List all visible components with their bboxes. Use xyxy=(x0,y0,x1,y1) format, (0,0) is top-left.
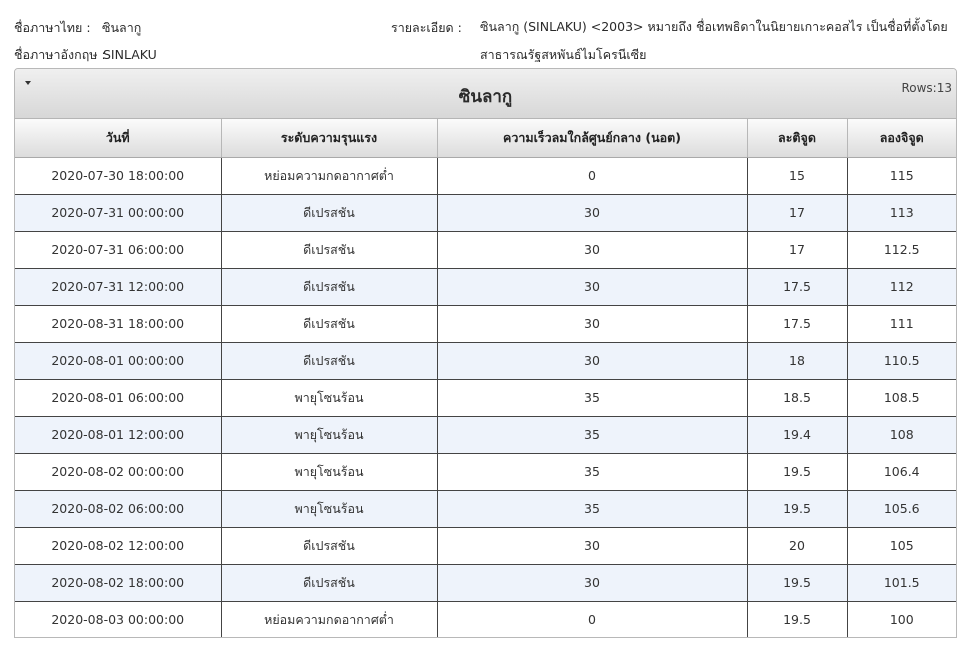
cell-longitude: 111 xyxy=(847,305,956,343)
cell-date: 2020-08-02 06:00:00 xyxy=(15,490,222,528)
english-name-label: ชื่อภาษาอังกฤษ : xyxy=(14,47,106,62)
cell-date: 2020-08-01 00:00:00 xyxy=(15,342,222,380)
cell-wind-speed: 30 xyxy=(437,342,748,380)
cell-longitude: 105 xyxy=(847,527,956,565)
table-row[interactable]: 2020-08-02 00:00:00 พายุโซนร้อน 35 19.5 106.… xyxy=(15,453,956,491)
storm-track-grid: ซินลากู Rows:13 วันที่ ระดับความรุนแรง ควา… xyxy=(14,68,957,638)
cell-wind-speed: 35 xyxy=(437,416,748,454)
cell-longitude: 112.5 xyxy=(847,231,956,269)
cell-wind-speed: 0 xyxy=(437,157,748,195)
grid-title: ซินลากู xyxy=(458,87,513,107)
cell-wind-speed: 35 xyxy=(437,490,748,528)
cell-latitude: 20 xyxy=(747,527,848,565)
cell-wind-speed: 30 xyxy=(437,194,748,232)
table-body: 2020-07-30 18:00:00 หย่อมความกดอากาศต่ำ 0 1… xyxy=(15,157,956,637)
table-row[interactable]: 2020-08-03 00:00:00 หย่อมความกดอากาศต่ำ 0 1… xyxy=(15,601,956,637)
cell-date: 2020-08-31 18:00:00 xyxy=(15,305,222,343)
data-table: วันที่ ระดับความรุนแรง ความเร็วลมใกล้ศูนย์… xyxy=(15,119,956,637)
cell-date: 2020-08-01 12:00:00 xyxy=(15,416,222,454)
cell-wind-speed: 30 xyxy=(437,564,748,602)
cell-date: 2020-08-02 00:00:00 xyxy=(15,453,222,491)
cell-date: 2020-08-03 00:00:00 xyxy=(15,601,222,637)
column-header-severity[interactable]: ระดับความรุนแรง xyxy=(221,119,438,158)
table-row[interactable]: 2020-07-31 00:00:00 ดีเปรสชัน 30 17 113 xyxy=(15,194,956,232)
cell-severity: พายุโซนร้อน xyxy=(221,379,438,417)
cell-severity: พายุโซนร้อน xyxy=(221,490,438,528)
cell-wind-speed: 30 xyxy=(437,527,748,565)
cell-longitude: 112 xyxy=(847,268,956,306)
cell-severity: หย่อมความกดอากาศต่ำ xyxy=(221,601,438,637)
cell-date: 2020-08-02 12:00:00 xyxy=(15,527,222,565)
thai-name-value: ซินลากู xyxy=(102,20,142,35)
cell-longitude: 100 xyxy=(847,601,956,637)
cell-longitude: 108 xyxy=(847,416,956,454)
cell-wind-speed: 35 xyxy=(437,453,748,491)
thai-name-label: ชื่อภาษาไทย : xyxy=(14,20,91,35)
cell-latitude: 17 xyxy=(747,231,848,269)
cell-date: 2020-07-30 18:00:00 xyxy=(15,157,222,195)
cell-wind-speed: 30 xyxy=(437,305,748,343)
cell-date: 2020-07-31 12:00:00 xyxy=(15,268,222,306)
cell-latitude: 17.5 xyxy=(747,305,848,343)
cell-severity: ดีเปรสชัน xyxy=(221,194,438,232)
table-row[interactable]: 2020-07-31 12:00:00 ดีเปรสชัน 30 17.5 112 xyxy=(15,268,956,306)
cell-latitude: 19.5 xyxy=(747,490,848,528)
cell-date: 2020-08-02 18:00:00 xyxy=(15,564,222,602)
cell-latitude: 18.5 xyxy=(747,379,848,417)
header-row: วันที่ ระดับความรุนแรง ความเร็วลมใกล้ศูนย์… xyxy=(15,119,956,158)
table-row[interactable]: 2020-08-02 18:00:00 ดีเปรสชัน 30 19.5 101.5 xyxy=(15,564,956,602)
cell-date: 2020-07-31 00:00:00 xyxy=(15,194,222,232)
cell-severity: ดีเปรสชัน xyxy=(221,305,438,343)
cell-latitude: 19.5 xyxy=(747,453,848,491)
cell-severity: ดีเปรสชัน xyxy=(221,342,438,380)
table-row[interactable]: 2020-07-30 18:00:00 หย่อมความกดอากาศต่ำ 0 1… xyxy=(15,157,956,195)
cell-latitude: 19.5 xyxy=(747,564,848,602)
cell-latitude: 18 xyxy=(747,342,848,380)
cell-wind-speed: 30 xyxy=(437,268,748,306)
table-row[interactable]: 2020-08-01 12:00:00 พายุโซนร้อน 35 19.4 108 xyxy=(15,416,956,454)
cell-date: 2020-08-01 06:00:00 xyxy=(15,379,222,417)
cell-longitude: 105.6 xyxy=(847,490,956,528)
cell-longitude: 101.5 xyxy=(847,564,956,602)
cell-severity: ดีเปรสชัน xyxy=(221,564,438,602)
table-row[interactable]: 2020-08-02 06:00:00 พายุโซนร้อน 35 19.5 105.… xyxy=(15,490,956,528)
cell-severity: ดีเปรสชัน xyxy=(221,527,438,565)
column-header-latitude[interactable]: ละติจูด xyxy=(747,119,848,158)
cell-latitude: 19.4 xyxy=(747,416,848,454)
cell-severity: ดีเปรสชัน xyxy=(221,268,438,306)
cell-severity: หย่อมความกดอากาศต่ำ xyxy=(221,157,438,195)
cell-severity: พายุโซนร้อน xyxy=(221,416,438,454)
grid-caption: ซินลากู Rows:13 xyxy=(15,69,956,119)
column-header-date[interactable]: วันที่ xyxy=(15,119,222,158)
cell-wind-speed: 35 xyxy=(437,379,748,417)
cell-severity: ดีเปรสชัน xyxy=(221,231,438,269)
cell-longitude: 110.5 xyxy=(847,342,956,380)
cell-latitude: 19.5 xyxy=(747,601,848,637)
cell-latitude: 15 xyxy=(747,157,848,195)
table-row[interactable]: 2020-08-01 06:00:00 พายุโซนร้อน 35 18.5 108.… xyxy=(15,379,956,417)
cell-severity: พายุโซนร้อน xyxy=(221,453,438,491)
cell-latitude: 17.5 xyxy=(747,268,848,306)
column-header-wind-speed[interactable]: ความเร็วลมใกล้ศูนย์กลาง (นอต) xyxy=(437,119,748,158)
english-name-value: SINLAKU xyxy=(103,47,157,62)
cell-wind-speed: 30 xyxy=(437,231,748,269)
table-row[interactable]: 2020-08-02 12:00:00 ดีเปรสชัน 30 20 105 xyxy=(15,527,956,565)
table-row[interactable]: 2020-07-31 06:00:00 ดีเปรสชัน 30 17 112.5 xyxy=(15,231,956,269)
rows-count: Rows:13 xyxy=(901,81,952,95)
detail-label: รายละเอียด : xyxy=(391,20,462,35)
table-row[interactable]: 2020-08-31 18:00:00 ดีเปรสชัน 30 17.5 111 xyxy=(15,305,956,343)
cell-longitude: 106.4 xyxy=(847,453,956,491)
cell-longitude: 108.5 xyxy=(847,379,956,417)
cell-latitude: 17 xyxy=(747,194,848,232)
cell-date: 2020-07-31 06:00:00 xyxy=(15,231,222,269)
column-header-longitude[interactable]: ลองจิจูด xyxy=(847,119,956,158)
cell-longitude: 113 xyxy=(847,194,956,232)
cell-wind-speed: 0 xyxy=(437,601,748,637)
detail-value: ซินลากู (SINLAKU) <2003> หมายถึง ชื่อเทพ… xyxy=(480,19,948,62)
cell-longitude: 115 xyxy=(847,157,956,195)
table-row[interactable]: 2020-08-01 00:00:00 ดีเปรสชัน 30 18 110.5 xyxy=(15,342,956,380)
